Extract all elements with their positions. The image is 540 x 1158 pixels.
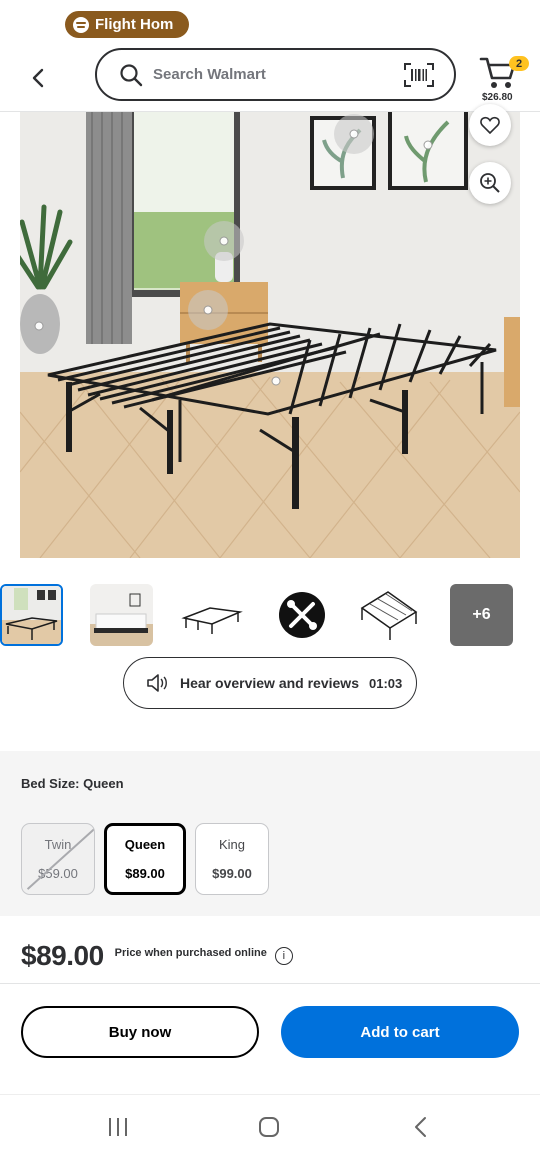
favorite-button[interactable] <box>469 104 511 146</box>
status-bar: Flight Hom <box>0 0 540 46</box>
search-placeholder: Search Walmart <box>153 66 266 83</box>
recent-apps-button[interactable] <box>98 1113 138 1141</box>
more-images-label: +6 <box>472 606 491 623</box>
spotify-icon <box>73 16 89 33</box>
zoom-in-icon <box>480 173 500 193</box>
barcode-scan-icon[interactable] <box>404 63 434 92</box>
thumbnail-more[interactable]: +6 <box>450 584 513 646</box>
audio-duration: 01:03 <box>369 675 403 691</box>
thumbnail-2[interactable] <box>90 584 153 646</box>
buy-now-button[interactable]: Buy now <box>21 1006 259 1058</box>
thumbnail-1[interactable] <box>0 584 63 646</box>
size-name: Queen <box>124 837 166 852</box>
size-option-king[interactable]: King $99.00 <box>195 823 269 895</box>
divider <box>0 983 540 984</box>
cart-button[interactable]: 2 $26.80 <box>479 52 529 108</box>
recent-apps-icon <box>109 1118 127 1136</box>
price-note: Price when purchased online <box>114 947 267 959</box>
hear-overview-button[interactable]: Hear overview and reviews 01:03 <box>123 657 417 709</box>
size-option-queen[interactable]: Queen $89.00 <box>104 823 186 895</box>
back-arrow-icon <box>415 1117 426 1137</box>
image-thumbnails: +6 <box>0 584 540 646</box>
audio-label: Hear overview and reviews <box>180 675 359 691</box>
variant-label: Bed Size: Queen <box>21 776 124 791</box>
home-button[interactable] <box>249 1113 289 1141</box>
zoom-button[interactable] <box>469 162 511 204</box>
thumbnail-3[interactable] <box>180 584 243 646</box>
cart-total: $26.80 <box>482 92 513 103</box>
variant-selector: Bed Size: Queen Twin $59.00 Queen $89.00… <box>0 751 540 916</box>
price-row: $89.00 Price when purchased online i <box>21 940 293 972</box>
cart-count-badge: 2 <box>509 56 529 71</box>
size-name: Twin <box>44 837 72 852</box>
thumbnail-tools[interactable] <box>270 584 333 646</box>
heart-icon <box>480 116 500 134</box>
home-icon <box>259 1117 279 1137</box>
chevron-left-icon <box>32 68 44 88</box>
product-image[interactable] <box>20 112 520 558</box>
size-price: $89.00 <box>125 866 165 881</box>
thumbnail-5[interactable] <box>358 584 421 646</box>
media-notification-pill[interactable]: Flight Hom <box>65 11 189 38</box>
add-to-cart-button[interactable]: Add to cart <box>281 1006 519 1058</box>
search-input[interactable]: Search Walmart <box>95 48 456 101</box>
size-price: $99.00 <box>212 866 252 881</box>
system-back-button[interactable] <box>400 1113 440 1141</box>
size-name: King <box>218 837 246 852</box>
size-option-twin[interactable]: Twin $59.00 <box>21 823 95 895</box>
tools-icon <box>278 592 325 638</box>
app-header: Search Walmart 2 $26.80 <box>0 46 540 112</box>
speaker-icon <box>147 674 167 692</box>
info-icon[interactable]: i <box>274 947 293 965</box>
product-price: $89.00 <box>21 940 104 971</box>
system-nav-bar <box>0 1094 540 1158</box>
back-button[interactable] <box>22 62 54 94</box>
search-icon <box>120 63 143 86</box>
media-pill-label: Flight Hom <box>95 16 174 33</box>
